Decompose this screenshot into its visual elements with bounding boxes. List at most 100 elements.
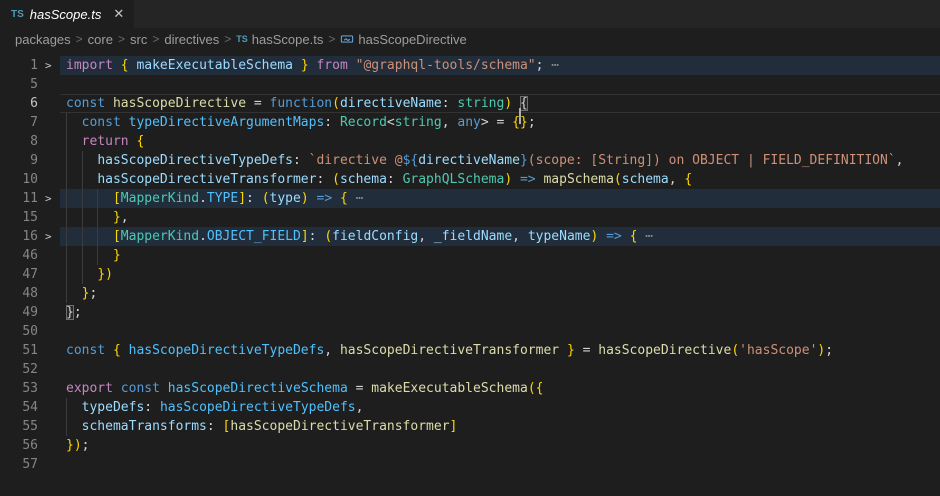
code-token bbox=[622, 229, 630, 244]
folded-code-ellipsis[interactable]: ⋯ bbox=[356, 191, 364, 206]
code-line[interactable]: 53export const hasScopeDirectiveSchema =… bbox=[0, 379, 940, 398]
code-text[interactable]: } bbox=[66, 246, 121, 265]
code-token: import bbox=[66, 58, 113, 73]
tab-hasscope[interactable]: TS hasScope.ts ✕ bbox=[0, 0, 134, 28]
code-line[interactable]: 55 schemaTransforms: [hasScopeDirectiveT… bbox=[0, 417, 940, 436]
code-line[interactable]: 5 bbox=[0, 75, 940, 94]
code-text[interactable]: typeDefs: hasScopeDirectiveTypeDefs, bbox=[66, 398, 363, 417]
code-text[interactable]: schemaTransforms: [hasScopeDirectiveTran… bbox=[66, 417, 457, 436]
fold-indicator-icon[interactable]: > bbox=[45, 189, 59, 208]
code-token: { bbox=[340, 191, 348, 206]
breadcrumb-item[interactable]: directives bbox=[164, 32, 219, 47]
code-token: Record bbox=[340, 115, 387, 130]
breadcrumb-item[interactable]: hasScopeDirective bbox=[340, 32, 466, 47]
code-text[interactable]: const typeDirectiveArgumentMaps: Record<… bbox=[66, 113, 536, 132]
code-token: } bbox=[66, 305, 74, 320]
tab-label: hasScope.ts bbox=[30, 7, 102, 22]
code-line[interactable]: 7 const typeDirectiveArgumentMaps: Recor… bbox=[0, 113, 940, 132]
code-token: hasScopeDirectiveTransformer bbox=[230, 419, 449, 434]
line-number: 9 bbox=[0, 151, 38, 170]
code-line[interactable]: 11> [MapperKind.TYPE]: (type) => { ⋯ bbox=[0, 189, 940, 208]
code-token: , bbox=[356, 400, 364, 415]
breadcrumb-item[interactable]: packages bbox=[15, 32, 71, 47]
code-text[interactable]: const { hasScopeDirectiveTypeDefs, hasSc… bbox=[66, 341, 833, 360]
symbol-variable-icon bbox=[340, 32, 354, 46]
code-token bbox=[66, 134, 82, 149]
code-token: } bbox=[113, 210, 121, 225]
code-line[interactable]: 54 typeDefs: hasScopeDirectiveTypeDefs, bbox=[0, 398, 940, 417]
code-text[interactable]: import { makeExecutableSchema } from "@g… bbox=[66, 56, 559, 75]
close-icon[interactable]: ✕ bbox=[113, 6, 124, 22]
code-text[interactable]: hasScopeDirectiveTransformer: (schema: G… bbox=[66, 170, 692, 189]
code-token: . bbox=[199, 229, 207, 244]
code-token: function bbox=[270, 96, 333, 111]
code-text[interactable]: [MapperKind.OBJECT_FIELD]: (fieldConfig,… bbox=[66, 227, 653, 246]
breadcrumb-item[interactable]: core bbox=[88, 32, 113, 47]
code-line[interactable]: 15 }, bbox=[0, 208, 940, 227]
fold-indicator-icon[interactable]: > bbox=[45, 56, 59, 75]
code-token bbox=[121, 343, 129, 358]
code-token: OBJECT_FIELD bbox=[207, 229, 301, 244]
code-line[interactable]: 46 } bbox=[0, 246, 940, 265]
code-line[interactable]: 47 }) bbox=[0, 265, 940, 284]
code-token: , bbox=[442, 115, 458, 130]
breadcrumb-item-label: directives bbox=[164, 32, 219, 47]
breadcrumb-item[interactable]: src bbox=[130, 32, 147, 47]
code-token: string bbox=[457, 96, 504, 111]
fold-indicator-icon[interactable]: > bbox=[45, 227, 59, 246]
code-editor[interactable]: 1>import { makeExecutableSchema } from "… bbox=[0, 50, 940, 496]
code-token: ; bbox=[825, 343, 833, 358]
code-line[interactable]: 52 bbox=[0, 360, 940, 379]
code-line[interactable]: 8 return { bbox=[0, 132, 940, 151]
folded-code-ellipsis[interactable]: ⋯ bbox=[551, 58, 559, 73]
code-token: [ bbox=[113, 191, 121, 206]
code-line[interactable]: 57 bbox=[0, 455, 940, 474]
breadcrumb: packages>core>src>directives>TShasScope.… bbox=[0, 28, 940, 50]
code-text[interactable]: hasScopeDirectiveTypeDefs: `directive @$… bbox=[66, 151, 903, 170]
code-token bbox=[598, 229, 606, 244]
code-token bbox=[160, 381, 168, 396]
code-line[interactable]: 56}); bbox=[0, 436, 940, 455]
code-token: < bbox=[387, 115, 395, 130]
code-line[interactable]: 50 bbox=[0, 322, 940, 341]
code-token bbox=[512, 172, 520, 187]
code-token: schema bbox=[622, 172, 669, 187]
code-line[interactable]: 1>import { makeExecutableSchema } from "… bbox=[0, 56, 940, 75]
code-token: MapperKind bbox=[121, 229, 199, 244]
folded-code-ellipsis[interactable]: ⋯ bbox=[645, 229, 653, 244]
code-line[interactable]: 16 > [MapperKind.OBJECT_FIELD]: (fieldCon… bbox=[0, 227, 940, 246]
line-number: 48 bbox=[0, 284, 38, 303]
code-line[interactable]: 9 hasScopeDirectiveTypeDefs: `directive … bbox=[0, 151, 940, 170]
code-line[interactable]: 6const hasScopeDirective = function(dire… bbox=[0, 94, 940, 113]
code-token: ( bbox=[332, 172, 340, 187]
breadcrumb-item[interactable]: TShasScope.ts bbox=[236, 32, 323, 47]
code-text[interactable]: }; bbox=[66, 303, 82, 322]
typescript-icon: TS bbox=[236, 34, 248, 44]
code-text[interactable]: }) bbox=[66, 265, 113, 284]
code-text[interactable]: export const hasScopeDirectiveSchema = m… bbox=[66, 379, 543, 398]
code-token: ; bbox=[89, 286, 97, 301]
code-token: { bbox=[121, 58, 129, 73]
code-line[interactable]: 49}; bbox=[0, 303, 940, 322]
code-text[interactable]: }, bbox=[66, 208, 129, 227]
chevron-right-icon: > bbox=[323, 32, 340, 46]
code-line[interactable]: 51const { hasScopeDirectiveTypeDefs, has… bbox=[0, 341, 940, 360]
code-token: return bbox=[82, 134, 129, 149]
code-token: : bbox=[387, 172, 403, 187]
code-text[interactable]: [MapperKind.TYPE]: (type) => { ⋯ bbox=[66, 189, 363, 208]
code-token: ) bbox=[301, 191, 309, 206]
breadcrumb-item-label: hasScopeDirective bbox=[358, 32, 466, 47]
code-token bbox=[113, 58, 121, 73]
line-number: 49 bbox=[0, 303, 38, 322]
code-text[interactable]: }; bbox=[66, 284, 97, 303]
code-line[interactable]: 10 hasScopeDirectiveTransformer: (schema… bbox=[0, 170, 940, 189]
code-token: , bbox=[418, 229, 434, 244]
code-token: type bbox=[270, 191, 301, 206]
code-text[interactable]: }); bbox=[66, 436, 89, 455]
code-text[interactable]: return { bbox=[66, 132, 144, 151]
code-token: GraphQLSchema bbox=[403, 172, 505, 187]
line-number: 16 bbox=[0, 227, 38, 246]
code-line[interactable]: 48 }; bbox=[0, 284, 940, 303]
code-token: } bbox=[113, 248, 121, 263]
code-text[interactable]: const hasScopeDirective = function(direc… bbox=[66, 94, 528, 113]
